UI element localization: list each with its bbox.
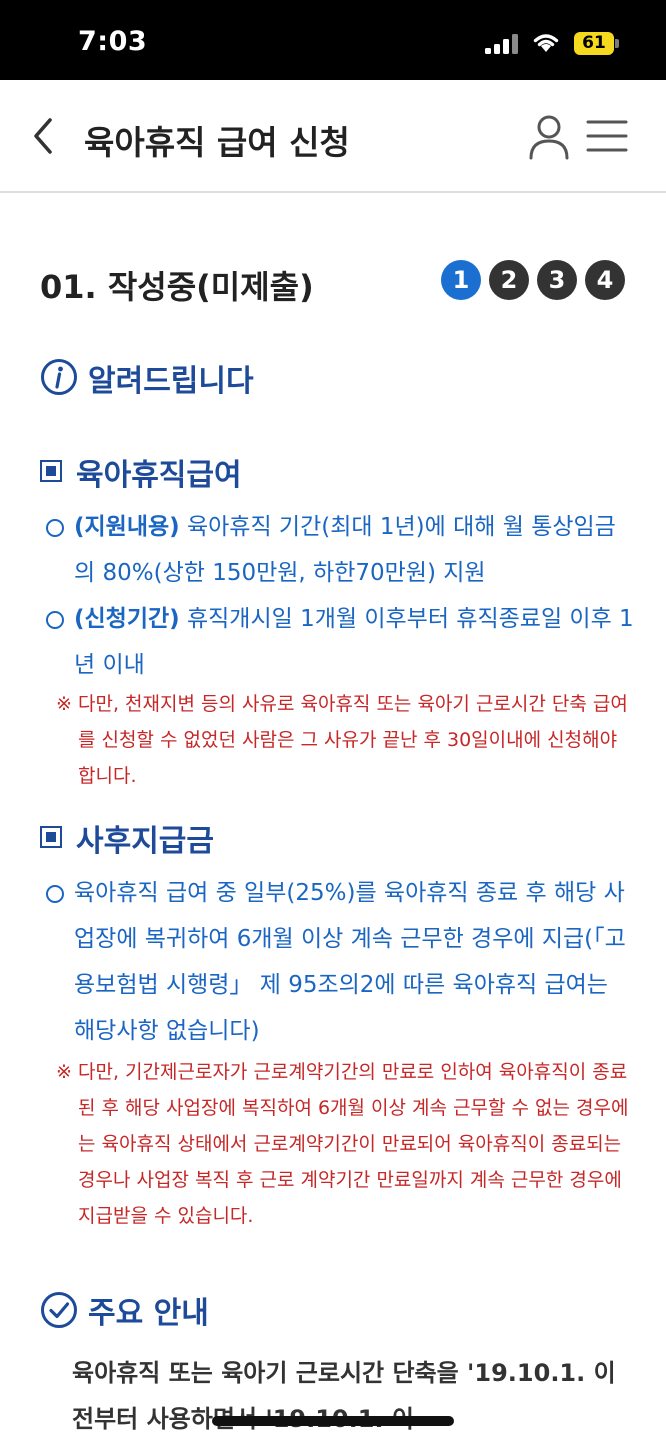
warning-mark: ※ <box>56 693 72 715</box>
bullet-post-payment: 육아휴직 급여 중 일부(25%)를 육아휴직 종료 후 해당 사업장에 복귀하… <box>46 870 636 1054</box>
battery-level: 61 <box>574 32 614 55</box>
square-bullet-icon <box>40 460 62 482</box>
main-notice-title: 주요 안내 <box>88 1296 209 1331</box>
step-1: 1 <box>441 260 481 300</box>
step-4: 4 <box>585 260 625 300</box>
step-title: 01. 작성중(미제출) <box>40 268 314 306</box>
circle-bullet-icon <box>46 885 64 903</box>
battery-icon: 61 <box>574 32 619 55</box>
circle-bullet-icon <box>46 519 64 537</box>
warning-note: ※ 다만, 기간제근로자가 근로계약기간의 만료로 인하여 육아휴직이 종료된 … <box>56 1054 636 1234</box>
notice-title: 알려드립니다 <box>88 364 254 399</box>
check-circle-icon <box>41 1292 77 1328</box>
bullet-text: 육아휴직 급여 중 일부(25%)를 육아휴직 종료 후 해당 사업장에 복귀하… <box>74 880 626 1044</box>
main-notice-text: 육아휴직 또는 육아기 근로시간 단축을 '19.10.1. 이전부터 사용하면… <box>72 1359 616 1433</box>
warning-note: ※ 다만, 천재지변 등의 사유로 육아휴직 또는 육아기 근로시간 단축 급여… <box>56 686 636 794</box>
bullet-label: (신청기간) <box>74 606 180 632</box>
bullet-application-period: (신청기간) 휴직개시일 1개월 이후부터 휴직종료일 이후 1년 이내 <box>46 596 636 688</box>
section-title: 육아휴직급여 <box>76 458 242 493</box>
square-bullet-icon <box>40 826 62 848</box>
warning-text: 다만, 천재지변 등의 사유로 육아휴직 또는 육아기 근로시간 단축 급여를 … <box>78 693 628 787</box>
menu-icon[interactable] <box>586 118 628 154</box>
warning-mark: ※ <box>56 1061 72 1083</box>
cellular-signal-icon <box>485 34 519 54</box>
status-bar: 7:03 61 <box>0 0 666 80</box>
circle-bullet-icon <box>46 611 64 629</box>
warning-text: 다만, 기간제근로자가 근로계약기간의 만료로 인하여 육아휴직이 종료된 후 … <box>78 1061 629 1227</box>
app-header: 육아휴직 급여 신청 <box>0 80 666 193</box>
section-title: 사후지급금 <box>76 824 214 859</box>
step-3: 3 <box>537 260 577 300</box>
home-indicator[interactable] <box>212 1416 454 1426</box>
bullet-support-content: (지원내용) 육아휴직 기간(최대 1년)에 대해 월 통상임금의 80%(상한… <box>46 504 636 596</box>
step-2: 2 <box>489 260 529 300</box>
info-icon <box>41 359 77 395</box>
status-time: 7:03 <box>78 26 148 57</box>
wifi-icon <box>533 34 559 52</box>
user-icon[interactable] <box>528 114 570 160</box>
page-title: 육아휴직 급여 신청 <box>84 123 350 162</box>
bullet-label: (지원내용) <box>74 514 180 540</box>
back-icon[interactable] <box>28 116 60 156</box>
